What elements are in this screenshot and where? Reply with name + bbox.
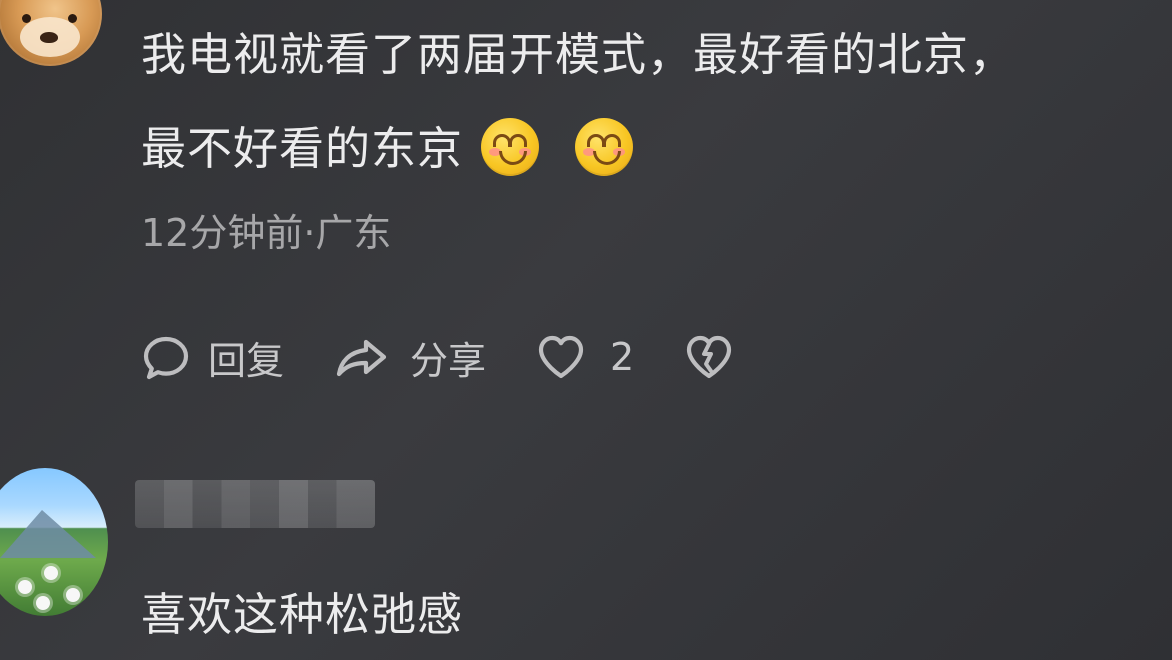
reply-button[interactable]: 回复 [140, 330, 284, 385]
comment-text-line-2: 最不好看的东京 [141, 118, 634, 176]
reply-label: 回复 [208, 338, 285, 383]
emoji-mouth [499, 151, 528, 165]
smile-emoji-icon [575, 118, 634, 176]
avatar-eye [68, 14, 77, 23]
comment-bubble-icon [140, 331, 192, 383]
like-button[interactable]: 2 [534, 332, 634, 382]
avatar-eye [22, 14, 31, 23]
avatar-flower [66, 588, 80, 602]
share-arrow-icon [332, 331, 394, 383]
like-count: 2 [610, 335, 635, 379]
share-button[interactable]: 分享 [332, 330, 486, 385]
comment-item: 我电视就看了两届开模式，最好看的北京， 最不好看的东京 12分钟前·广东 回复 [0, 0, 1172, 420]
avatar-mountain [0, 510, 96, 558]
comment-item: 喜欢这种松弛感 [0, 420, 1172, 660]
avatar-flower [18, 580, 32, 594]
emoji-eye [603, 134, 622, 147]
dislike-button[interactable] [682, 332, 736, 382]
avatar[interactable] [0, 468, 108, 616]
avatar[interactable] [0, 0, 102, 66]
broken-heart-icon [682, 332, 736, 382]
comment-text-line-2-text: 最不好看的东京 [141, 122, 464, 175]
heart-icon [534, 332, 588, 382]
emoji-mouth [593, 151, 622, 165]
blurred-username [135, 480, 375, 528]
smile-emoji-icon [481, 118, 540, 176]
comment-text: 喜欢这种松弛感 [141, 588, 464, 641]
avatar-nose [40, 32, 58, 43]
comment-actions: 回复 分享 2 [140, 330, 784, 384]
emoji-eye [509, 134, 528, 147]
comment-text-line-1: 我电视就看了两届开模式，最好看的北京， [141, 28, 1016, 81]
share-label: 分享 [410, 338, 487, 383]
avatar-flower [44, 566, 58, 580]
comment-meta: 12分钟前·广东 [141, 211, 392, 255]
avatar-flower [36, 596, 50, 610]
